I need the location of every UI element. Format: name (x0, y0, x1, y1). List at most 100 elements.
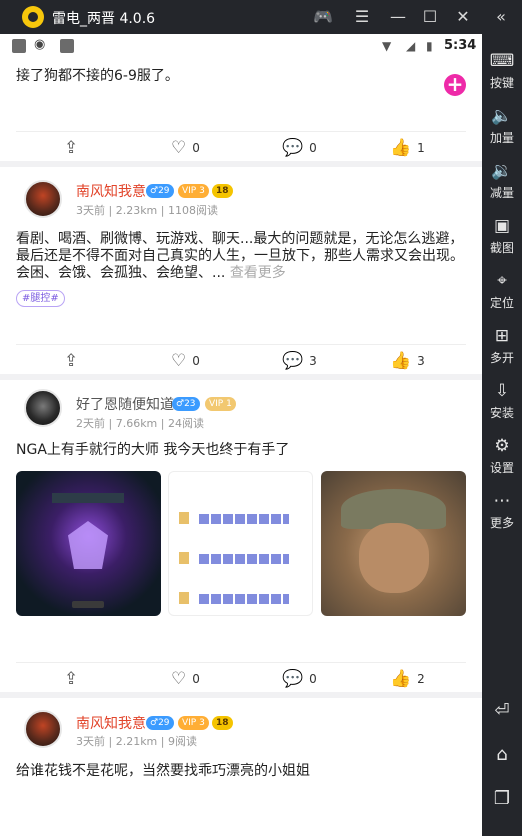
collapse-sidebar-icon[interactable]: « (490, 6, 512, 28)
emulator-logo (22, 6, 44, 28)
window-title: 雷电_两晋 4.0.6 (52, 11, 156, 27)
location-icon: ⌖ (497, 271, 507, 291)
avatar[interactable] (24, 389, 62, 427)
username[interactable]: 南风知我意 (76, 181, 146, 201)
sidebar-item-screenshot[interactable]: ▣ 截图 (482, 211, 522, 263)
recent-apps-icon[interactable]: ❐ (482, 784, 522, 814)
sidebar-item-install[interactable]: ⇩ 安装 (482, 376, 522, 428)
status-bar: ◉ ▼ ◢ ▮ 5:34 (0, 34, 482, 58)
thumbs-up-button[interactable]: 👍 1 (390, 138, 425, 158)
screenshot-icon: ▣ (493, 216, 511, 236)
post-actions: ⇪ ♡ 0 💬 0 👍 2 (16, 662, 466, 692)
post-meta: 3天前 | 2.23km | 1108阅读 (76, 204, 218, 217)
like-button[interactable]: ♡ 0 (171, 138, 200, 158)
vip-badge: VIP 1 (205, 397, 236, 411)
hero-row (199, 554, 289, 564)
comment-button[interactable]: 💬 3 (282, 351, 317, 371)
thumbs-up-icon: 👍 (390, 351, 412, 371)
close-icon[interactable]: ✕ (452, 6, 474, 28)
post-meta: 3天前 | 2.21km | 9阅读 (76, 735, 197, 748)
sidebar-item-settings[interactable]: ⚙ 设置 (482, 431, 522, 483)
level-badge: 18 (212, 184, 233, 198)
rank-icon (179, 552, 189, 564)
like-button[interactable]: ♡ 0 (171, 669, 200, 689)
share-icon: ⇪ (64, 351, 79, 371)
like-button[interactable]: ♡ 0 (171, 351, 200, 371)
thumbs-up-button[interactable]: 👍 3 (390, 351, 425, 371)
post-actions: ⇪ ♡ 0 💬 0 👍 1 (16, 131, 466, 161)
post-image[interactable] (168, 471, 313, 616)
heart-icon: ♡ (171, 669, 187, 689)
signal-icon: ◢ (406, 39, 416, 53)
avatar[interactable] (24, 710, 62, 748)
avatar[interactable] (24, 180, 62, 218)
volume-up-icon: 🔈 (491, 106, 513, 126)
volume-down-icon: 🔉 (491, 161, 513, 181)
post-image[interactable] (321, 471, 466, 616)
divider (0, 374, 482, 380)
minimize-icon[interactable]: — (387, 6, 409, 28)
comment-button[interactable]: 💬 0 (282, 138, 317, 158)
thumbs-up-button[interactable]: 👍 2 (390, 669, 425, 689)
username[interactable]: 南风知我意 (76, 713, 146, 733)
divider (0, 161, 482, 167)
menu-icon[interactable]: ☰ (351, 6, 373, 28)
rank-icon (179, 512, 189, 524)
read-more-link[interactable]: 查看更多 (230, 265, 286, 281)
post-actions: ⇪ ♡ 0 💬 3 👍 3 (16, 344, 466, 374)
post-text-line[interactable]: 看剧、喝酒、刷微博、玩游戏、聊天...最大的问题就是，无论怎么逃避， (16, 231, 463, 248)
comment-button[interactable]: 💬 0 (282, 669, 317, 689)
notification-icon (12, 39, 26, 53)
post-text[interactable]: 给谁花钱不是花呢，当然要找乖巧漂亮的小姐姐 (16, 763, 310, 780)
divider (0, 692, 482, 698)
sidebar-item-volume-down[interactable]: 🔉 减量 (482, 156, 522, 208)
add-post-button[interactable]: + (444, 74, 466, 96)
comment-icon: 💬 (282, 351, 304, 371)
vip-badge: VIP 3 (178, 184, 209, 198)
home-icon[interactable]: ⌂ (482, 740, 522, 770)
weibo-icon: ◉ (34, 37, 46, 52)
post-image[interactable] (16, 471, 161, 616)
gamepad-icon[interactable]: 🎮 (312, 6, 334, 28)
sidebar-item-volume-up[interactable]: 🔈 加量 (482, 101, 522, 153)
sidebar-item-location[interactable]: ⌖ 定位 (482, 266, 522, 318)
thumbs-up-icon: 👍 (390, 669, 412, 689)
comment-icon: 💬 (282, 669, 304, 689)
hero-row (199, 594, 289, 604)
maximize-icon[interactable]: ☐ (419, 6, 441, 28)
post-text[interactable]: 接了狗都不接的6-9服了。 (16, 68, 179, 85)
heart-icon: ♡ (171, 138, 187, 158)
post-meta: 2天前 | 7.66km | 24阅读 (76, 417, 204, 430)
image-button (72, 601, 104, 608)
gender-age-badge: ♂23 (172, 397, 200, 411)
heart-icon: ♡ (171, 351, 187, 371)
comment-icon: 💬 (282, 138, 304, 158)
rank-icon (179, 592, 189, 604)
emulator-sidebar: ⌨ 按键 🔈 加量 🔉 减量 ▣ 截图 ⌖ 定位 ⊞ 多开 ⇩ 安装 ⚙ 设置 … (482, 34, 522, 836)
username[interactable]: 好了恩随便知道 (76, 394, 174, 414)
share-button[interactable]: ⇪ (64, 351, 84, 371)
phone-screen: ◉ ▼ ◢ ▮ 5:34 接了狗都不接的6-9服了。 + ⇪ ♡ 0 💬 0 👍 1 … (0, 34, 482, 836)
image-banner (52, 493, 124, 503)
thumbs-up-icon: 👍 (390, 138, 412, 158)
multi-instance-icon: ⊞ (494, 326, 510, 346)
gender-age-badge: ♂29 (146, 716, 174, 730)
post-text[interactable]: NGA上有手就行的大师 我今天也终于有手了 (16, 442, 289, 459)
level-badge: 18 (212, 716, 233, 730)
post-text-line[interactable]: 最后还是不得不面对自己真实的人生，一旦放下，那些人需求又会出现。 (16, 248, 464, 265)
share-icon: ⇪ (64, 669, 79, 689)
sidebar-item-more[interactable]: ⋯ 更多 (482, 486, 522, 538)
install-icon: ⇩ (494, 381, 510, 401)
keyboard-icon: ⌨ (489, 51, 515, 71)
sidebar-item-multi[interactable]: ⊞ 多开 (482, 321, 522, 373)
rank-emblem (68, 521, 108, 569)
share-button[interactable]: ⇪ (64, 669, 84, 689)
share-button[interactable]: ⇪ (64, 138, 84, 158)
gear-icon: ⚙ (494, 436, 510, 456)
back-icon[interactable]: ⏎ (482, 696, 522, 726)
topic-tag[interactable]: #腿控# (16, 290, 65, 307)
hero-row (199, 514, 289, 524)
post-text-line[interactable]: 会困、会饿、会孤独、会绝望、... 查看更多 (16, 265, 286, 282)
sidebar-item-keys[interactable]: ⌨ 按键 (482, 46, 522, 98)
wifi-icon: ▼ (382, 39, 392, 53)
